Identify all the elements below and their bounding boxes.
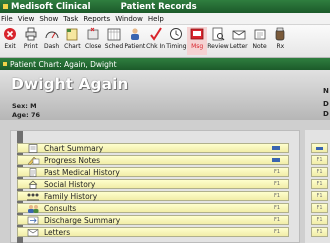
menu-view[interactable]: View xyxy=(18,15,35,23)
side-tab-5[interactable]: F1 xyxy=(311,191,328,201)
print-button[interactable]: Print xyxy=(21,27,41,55)
menu-file[interactable]: File xyxy=(1,15,13,23)
rx-button[interactable]: Rx xyxy=(270,27,290,55)
letter-button[interactable]: Letter xyxy=(229,27,249,55)
section-family-history[interactable]: Family History F1 xyxy=(17,191,289,201)
side-tab-4[interactable]: F1 xyxy=(311,179,328,189)
header-letter-3: D xyxy=(323,110,329,118)
chart-icon xyxy=(65,27,79,41)
letters-icon xyxy=(26,228,40,237)
menu-show[interactable]: Show xyxy=(39,15,58,23)
patient-chart-tab[interactable]: Patient Chart: Again, Dwight xyxy=(0,58,330,70)
notes-icon xyxy=(26,156,40,165)
main-toolbar: Exit Print Dash Chart Close Sched Patien… xyxy=(0,25,330,58)
section-social-history[interactable]: Social History F1 xyxy=(17,179,289,189)
chart-tab-icon xyxy=(3,62,7,66)
note-button[interactable]: Note xyxy=(250,27,270,55)
header-letter-2: D xyxy=(323,100,329,108)
side-tab-2[interactable]: F1 xyxy=(311,155,328,165)
header-letter-1: N xyxy=(323,87,329,95)
section-chart-summary[interactable]: Chart Summary xyxy=(17,143,289,153)
chart-tab-title: Patient Chart: Again, Dwight xyxy=(10,59,117,69)
blue-flag xyxy=(272,146,280,150)
timer-icon xyxy=(169,27,183,41)
section-past-medical-history[interactable]: Past Medical History F1 xyxy=(17,167,289,177)
app-title: Medisoft Clinical xyxy=(11,1,91,12)
letter-icon xyxy=(232,27,246,41)
blue-flag xyxy=(316,146,323,150)
schedule-icon xyxy=(107,27,121,41)
print-icon xyxy=(24,27,38,41)
exit-icon xyxy=(3,27,17,41)
schedule-button[interactable]: Sched xyxy=(104,27,124,55)
consults-icon xyxy=(26,204,40,213)
section-progress-notes[interactable]: Progress Notes xyxy=(17,155,289,165)
side-tab-3[interactable]: F1 xyxy=(311,167,328,177)
review-icon xyxy=(211,27,225,41)
patient-age: Age: 76 xyxy=(12,111,40,119)
patient-name: Dwight Again xyxy=(11,75,129,93)
check-in-icon xyxy=(149,27,163,41)
patient-sex: Sex: M xyxy=(12,102,37,110)
exit-button[interactable]: Exit xyxy=(0,27,20,55)
menu-reports[interactable]: Reports xyxy=(83,15,110,23)
patient-header: Dwight Again Sex: M Age: 76 N D D xyxy=(0,70,330,120)
history-icon xyxy=(26,167,40,177)
side-tab-1[interactable] xyxy=(311,143,328,153)
check-in-button[interactable]: Chk In xyxy=(146,27,166,55)
section-consults[interactable]: Consults F1 xyxy=(17,203,289,213)
module-title: Patient Records xyxy=(120,1,197,12)
message-icon xyxy=(190,27,204,41)
app-logo-icon xyxy=(3,4,8,9)
family-icon xyxy=(26,192,40,201)
menu-help[interactable]: Help xyxy=(148,15,164,23)
dashboard-icon xyxy=(45,27,59,41)
app-titlebar: Medisoft Clinical Patient Records xyxy=(0,0,330,13)
message-button[interactable]: Msg xyxy=(187,27,208,55)
section-discharge-summary[interactable]: Discharge Summary F1 xyxy=(17,215,289,225)
dash-button[interactable]: Dash xyxy=(42,27,62,55)
timing-button[interactable]: Timing xyxy=(166,27,187,55)
summary-icon xyxy=(26,143,40,153)
blue-flag xyxy=(272,158,280,162)
note-icon xyxy=(253,27,267,41)
review-button[interactable]: Review xyxy=(207,27,229,55)
close-chart-button[interactable]: Close xyxy=(83,27,103,55)
menu-window[interactable]: Window xyxy=(115,15,143,23)
side-tab-7[interactable]: F1 xyxy=(311,215,328,225)
prescription-icon xyxy=(273,27,287,41)
discharge-icon xyxy=(26,216,40,225)
patient-button[interactable]: Patient xyxy=(124,27,145,55)
menu-task[interactable]: Task xyxy=(63,15,78,23)
house-icon xyxy=(26,179,40,189)
section-letters[interactable]: Letters F1 xyxy=(17,227,289,237)
side-tab-6[interactable]: F1 xyxy=(311,203,328,213)
patient-icon xyxy=(128,27,142,41)
chart-button[interactable]: Chart xyxy=(62,27,82,55)
side-tab-8[interactable]: F1 xyxy=(311,227,328,237)
menu-bar: File View Show Task Reports Window Help xyxy=(0,13,330,25)
close-chart-icon xyxy=(86,27,100,41)
